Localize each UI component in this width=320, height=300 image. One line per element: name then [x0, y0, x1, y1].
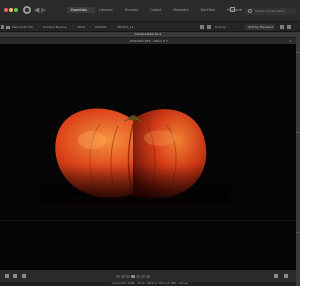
pagination: [116, 275, 151, 278]
menu-icon[interactable]: ≡: [289, 39, 292, 43]
close-window-button[interactable]: [4, 8, 8, 12]
search-input[interactable]: Search Adobe Stock: [245, 8, 296, 15]
sort-label: Sort by: [215, 25, 226, 29]
panel-toggle-icon[interactable]: [1, 25, 4, 29]
page-dot[interactable]: [146, 275, 150, 278]
zoom-icon[interactable]: [274, 274, 278, 278]
rotate-icon[interactable]: [207, 25, 211, 29]
forward-arrow-icon[interactable]: ▶: [41, 6, 46, 14]
image-preview[interactable]: [0, 44, 296, 270]
page-dot[interactable]: [126, 275, 130, 278]
tab-essentials[interactable]: Essentials: [67, 7, 95, 13]
folder-icon: [6, 25, 10, 29]
minimize-window-button[interactable]: [9, 8, 13, 12]
bottom-control-bar: [0, 270, 296, 282]
right-panel-strip: [296, 32, 300, 286]
status-bar: Adobe RGB (1998) · 16 bit · 8256 by 5504…: [0, 282, 300, 286]
tab-workflow[interactable]: Workflow: [197, 7, 224, 13]
workspace-menu-icon[interactable]: [230, 7, 235, 12]
maximize-window-button[interactable]: [14, 8, 18, 12]
page-dot[interactable]: [116, 275, 120, 278]
trash-icon[interactable]: [13, 274, 17, 278]
page-dot[interactable]: [136, 275, 140, 278]
breadcrumb-item[interactable]: Content Backup: [43, 24, 72, 30]
sort-dropdown[interactable]: Sort by Filename: [245, 24, 275, 30]
workspace-tabs: Essentials Libraries Filmstrip Output Me…: [67, 7, 250, 15]
filter-icon[interactable]: [280, 25, 284, 29]
screen: ◀ ▶ Essentials Libraries Filmstrip Outpu…: [0, 0, 300, 300]
page-dot-active[interactable]: [131, 275, 135, 278]
strip-divider: [296, 232, 300, 233]
page-dot[interactable]: [141, 275, 145, 278]
add-folder-icon[interactable]: [5, 274, 9, 278]
search-icon: [248, 9, 252, 13]
breadcrumb-item[interactable]: 180203: [95, 24, 111, 30]
favorites-icon[interactable]: [200, 25, 204, 29]
breadcrumb-item[interactable]: 180203_11: [117, 24, 139, 30]
breadcrumb-item[interactable]: 2018: [77, 24, 90, 30]
tomato-photo: [0, 108, 296, 221]
tab-filmstrip[interactable]: Filmstrip: [121, 7, 147, 13]
tab-libraries[interactable]: Libraries: [95, 7, 121, 13]
status-text: Adobe RGB (1998) · 16 bit · 8256 by 5504…: [111, 282, 189, 285]
fullscreen-icon[interactable]: [284, 274, 288, 278]
breadcrumb: Macintosh HD › Content Backup › 2018 › 1…: [6, 24, 138, 30]
panel-header: Camera Raw 10.1: [0, 32, 296, 37]
tab-metadata[interactable]: Metadata: [169, 7, 196, 13]
breadcrumb-item[interactable]: Macintosh HD: [12, 24, 38, 30]
filter-icon[interactable]: [22, 274, 26, 278]
page-dot[interactable]: [121, 275, 125, 278]
app-window: ◀ ▶ Essentials Libraries Filmstrip Outpu…: [0, 0, 300, 286]
view-options-icon[interactable]: [287, 25, 291, 29]
panel-title: Camera Raw 10.1: [134, 32, 162, 36]
menu-bar: ◀ ▶ Essentials Libraries Filmstrip Outpu…: [0, 0, 300, 21]
path-toolbar: Macintosh HD › Content Backup › 2018 › 1…: [0, 21, 300, 32]
strip-divider: [296, 52, 300, 53]
app-logo-icon: [23, 6, 31, 14]
tab-output[interactable]: Output: [146, 7, 169, 13]
back-arrow-icon[interactable]: ◀: [34, 6, 39, 14]
strip-divider: [296, 132, 300, 133]
